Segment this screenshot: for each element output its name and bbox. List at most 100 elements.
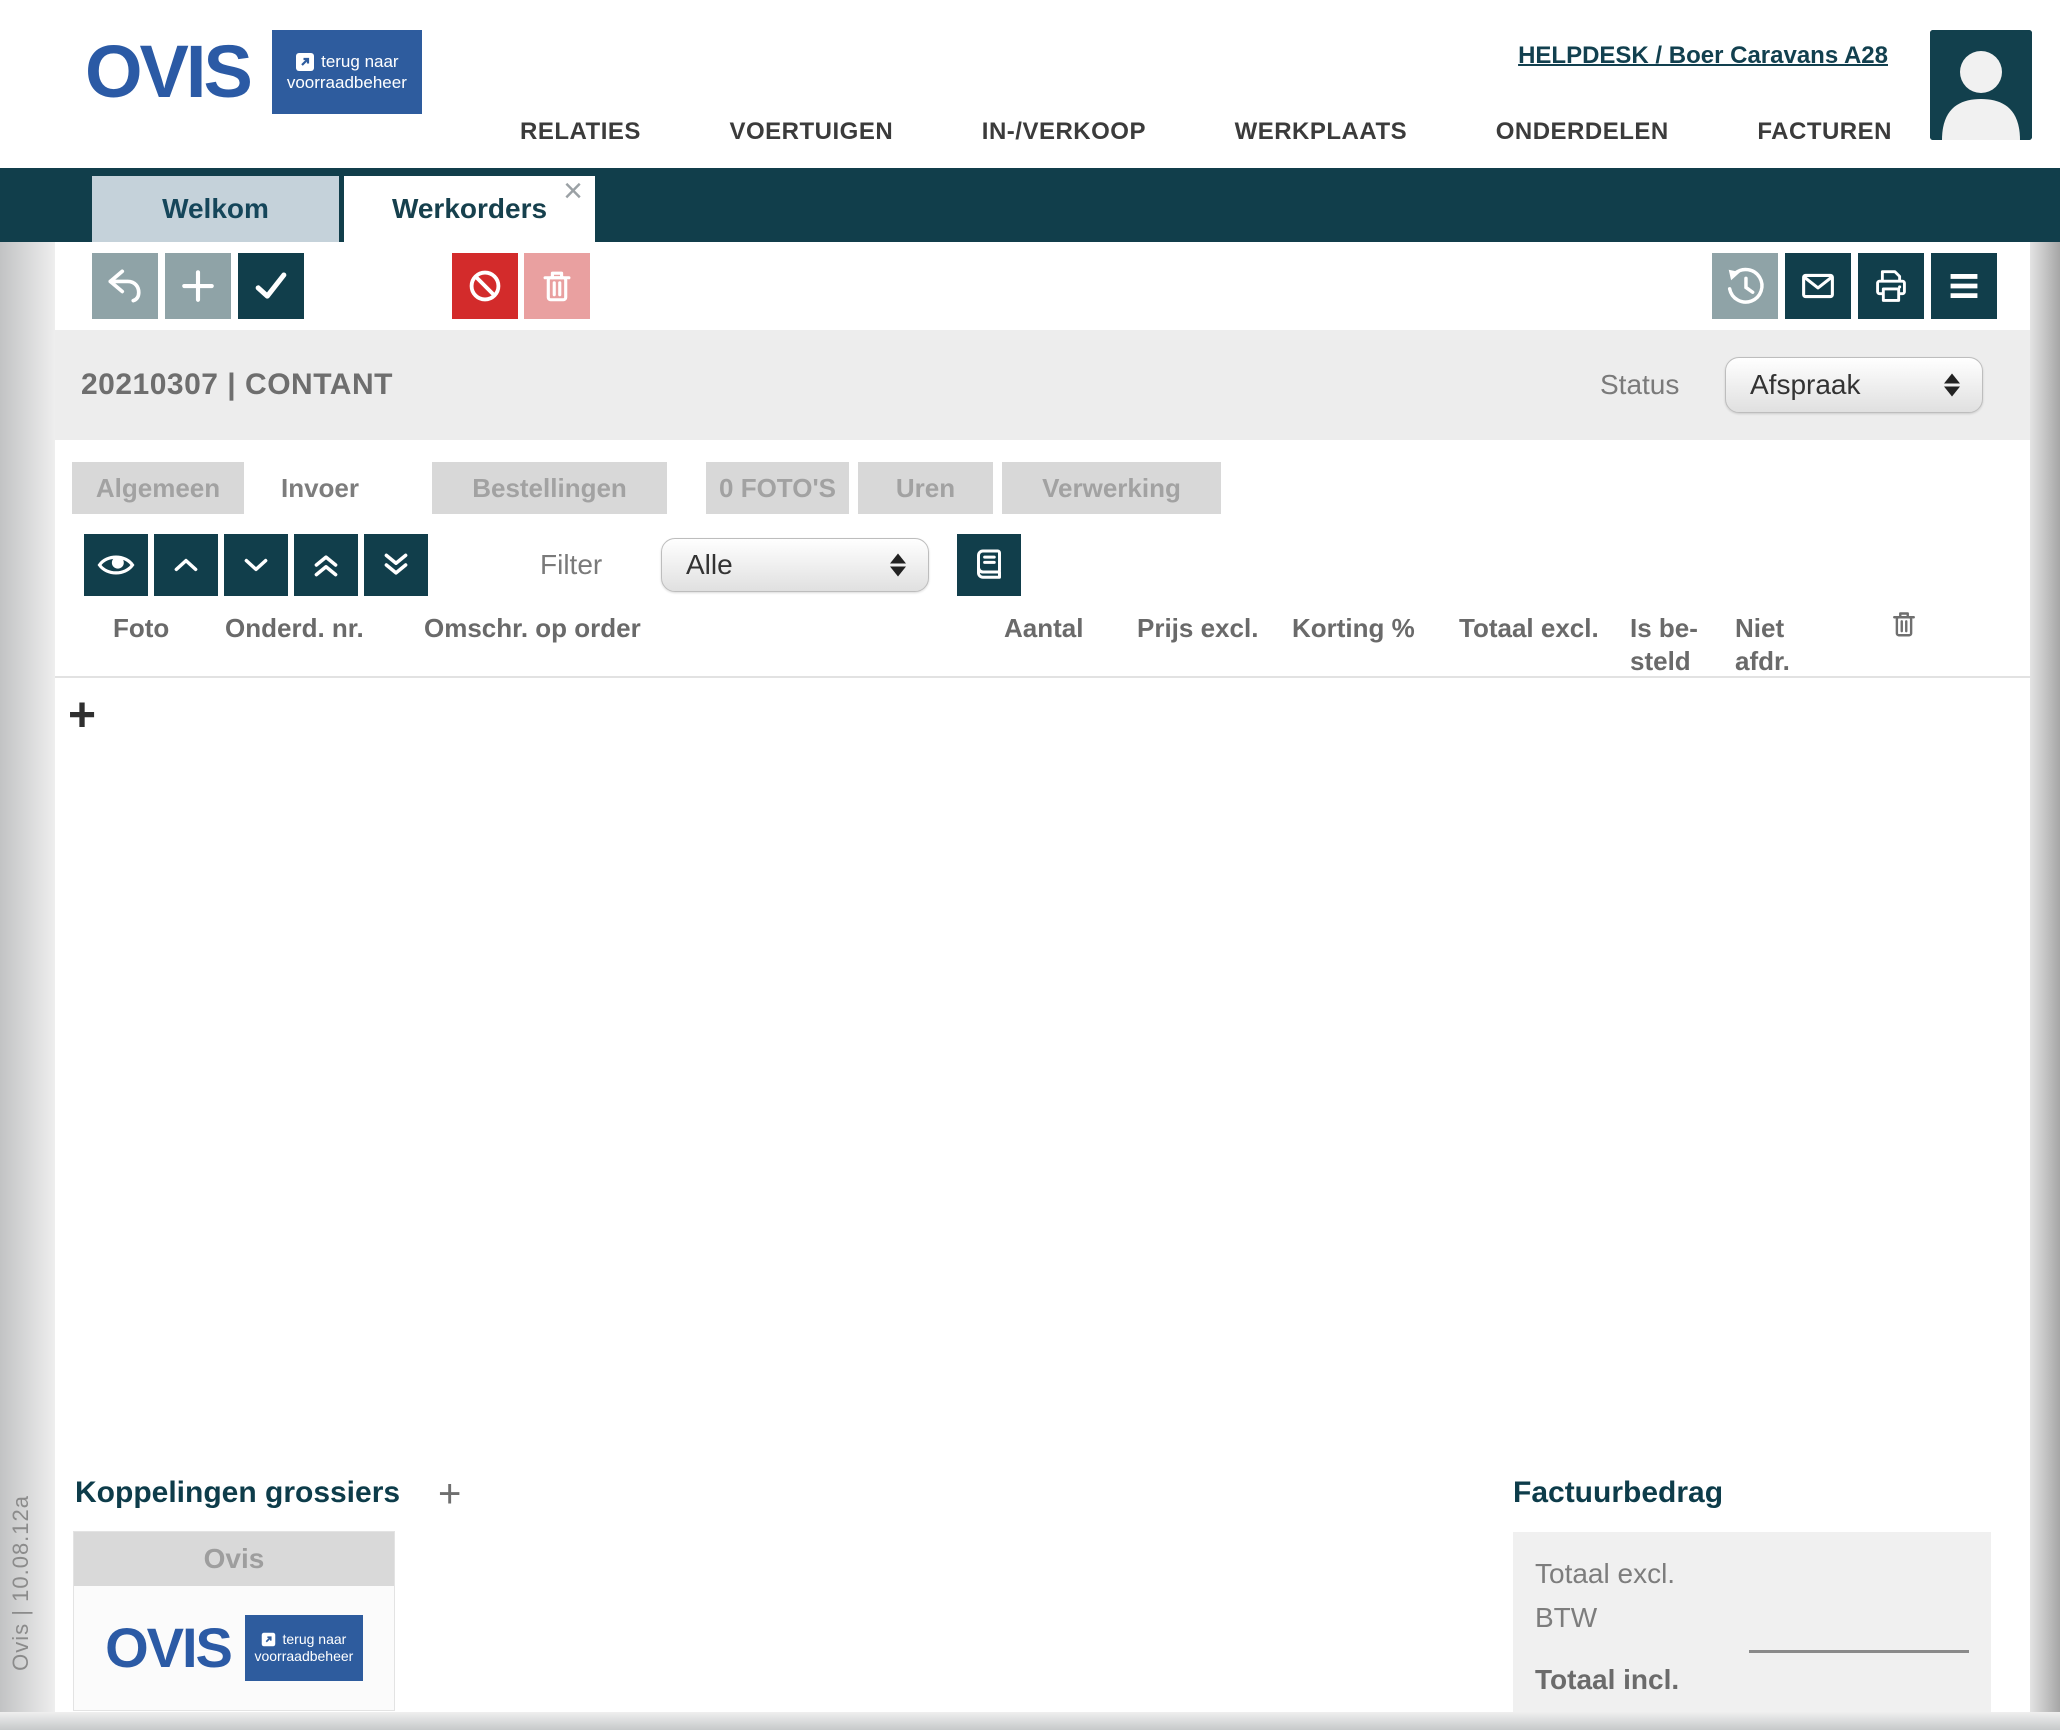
order-banner: 20210307 | CONTANT Status Afspraak — [55, 330, 2033, 440]
ovis-logo-text-small: OVIS — [105, 1615, 231, 1681]
col-onderd-nr: Onderd. nr. — [225, 612, 364, 645]
check-icon — [249, 264, 293, 308]
grossier-card-ovis[interactable]: Ovis OVIS terug naar voorraadbeheer — [73, 1531, 395, 1711]
app-header: OVIS terug naar voorraadbeheer RELATIES … — [0, 0, 2060, 168]
filter-select[interactable]: Alle — [661, 538, 929, 592]
menu-button[interactable] — [1931, 253, 1997, 319]
close-icon[interactable]: × — [563, 174, 583, 208]
col-delete — [1886, 606, 1922, 647]
tab-welkom[interactable]: Welkom — [92, 176, 339, 242]
col-korting: Korting % — [1292, 612, 1415, 645]
ovis-logo[interactable]: OVIS terug naar voorraadbeheer — [85, 26, 422, 118]
subtab-verwerking[interactable]: Verwerking — [1002, 462, 1221, 514]
badge-line2: voorraadbeheer — [287, 72, 407, 93]
subtab-invoer[interactable]: Invoer — [250, 462, 390, 514]
subtab-algemeen-label: Algemeen — [96, 473, 220, 504]
badge-line2: voorraadbeheer — [254, 1648, 353, 1665]
scrollbar[interactable] — [2030, 242, 2060, 1730]
tab-bar: Welkom Werkorders × — [0, 168, 2060, 242]
move-top-button[interactable] — [294, 534, 358, 596]
select-arrows-icon — [890, 554, 906, 577]
hamburger-icon — [1941, 263, 1987, 309]
nav-onderdelen[interactable]: ONDERDELEN — [1496, 118, 1669, 146]
tab-welkom-label: Welkom — [162, 193, 269, 225]
subtab-invoer-label: Invoer — [281, 473, 359, 504]
badge-line1: terug naar — [282, 1631, 346, 1648]
subtab-uren-label: Uren — [896, 473, 955, 504]
move-bottom-button[interactable] — [364, 534, 428, 596]
grossiers-title: Koppelingen grossiers — [75, 1476, 400, 1510]
tab-werkorders[interactable]: Werkorders × — [344, 176, 595, 242]
col-omschr: Omschr. op order — [424, 612, 641, 645]
subtab-bestellingen[interactable]: Bestellingen — [432, 462, 667, 514]
nav-relaties[interactable]: RELATIES — [520, 118, 641, 146]
avatar[interactable] — [1930, 30, 2032, 140]
nav-voertuigen[interactable]: VOERTUIGEN — [730, 118, 894, 146]
invoice-sum-line — [1749, 1650, 1969, 1653]
book-icon — [968, 544, 1010, 586]
catalog-button[interactable] — [957, 534, 1021, 596]
nav-in-verkoop[interactable]: IN-/VERKOOP — [982, 118, 1146, 146]
undo-icon — [103, 264, 147, 308]
print-button[interactable] — [1858, 253, 1924, 319]
chevron-down-icon — [235, 544, 277, 586]
add-icon — [176, 264, 220, 308]
trash-icon — [535, 264, 579, 308]
subtab-bestellingen-label: Bestellingen — [472, 473, 627, 504]
add-part-row-button[interactable]: + — [68, 692, 96, 740]
select-arrows-icon — [1944, 374, 1960, 397]
order-title: 20210307 | CONTANT — [81, 330, 393, 440]
tab-werkorders-label: Werkorders — [392, 193, 547, 225]
status-select[interactable]: Afspraak — [1725, 357, 1983, 413]
invoice-total-excl-label: Totaal excl. — [1535, 1558, 1675, 1590]
cancel-button[interactable] — [452, 253, 518, 319]
back-to-stock-badge[interactable]: terug naar voorraadbeheer — [272, 30, 422, 114]
grossier-card-logo: OVIS terug naar voorraadbeheer — [74, 1586, 394, 1710]
move-up-button[interactable] — [154, 534, 218, 596]
version-text: Ovis | 10.08.12a — [8, 1495, 34, 1671]
undo-button[interactable] — [92, 253, 158, 319]
double-chevron-down-icon — [375, 544, 417, 586]
nav-facturen[interactable]: FACTUREN — [1757, 118, 1892, 146]
add-button[interactable] — [165, 253, 231, 319]
col-prijs-excl: Prijs excl. — [1137, 612, 1258, 645]
col-is-besteld: Is be- steld — [1630, 612, 1698, 678]
status-value: Afspraak — [1750, 369, 1861, 401]
double-chevron-up-icon — [305, 544, 347, 586]
filter-label: Filter — [540, 534, 602, 596]
nav-werkplaats[interactable]: WERKPLAATS — [1235, 118, 1408, 146]
subtab-fotos[interactable]: 0 FOTO'S — [706, 462, 849, 514]
subtab-uren[interactable]: Uren — [858, 462, 993, 514]
invoice-total-incl-label: Totaal incl. — [1535, 1664, 1679, 1696]
invoice-btw-label: BTW — [1535, 1602, 1597, 1634]
show-rows-button[interactable] — [84, 534, 148, 596]
helpdesk-user-link[interactable]: HELPDESK / Boer Caravans A28 — [1518, 42, 1888, 70]
status-label: Status — [1600, 330, 1679, 440]
mail-button[interactable] — [1785, 253, 1851, 319]
move-down-button[interactable] — [224, 534, 288, 596]
bottom-page-edge — [0, 1712, 2060, 1730]
cancel-icon — [462, 263, 508, 309]
grossier-card-title: Ovis — [74, 1532, 394, 1586]
col-niet-afdr: Niet afdr. — [1735, 612, 1790, 678]
subtab-fotos-label: 0 FOTO'S — [719, 473, 836, 504]
external-link-icon — [295, 52, 315, 72]
main-nav: RELATIES VOERTUIGEN IN-/VERKOOP WERKPLAA… — [520, 118, 1892, 146]
chevron-up-icon — [165, 544, 207, 586]
parts-table-header: Foto Onderd. nr. Omschr. op order Aantal… — [55, 600, 2033, 678]
printer-icon — [1868, 263, 1914, 309]
add-grossier-button[interactable]: + — [438, 1472, 461, 1516]
delete-button[interactable] — [524, 253, 590, 319]
confirm-button[interactable] — [238, 253, 304, 319]
trash-outline-icon — [1886, 606, 1922, 642]
badge-line1: terug naar — [321, 51, 399, 72]
envelope-icon — [1795, 263, 1841, 309]
col-aantal: Aantal — [1004, 612, 1083, 645]
history-button[interactable] — [1712, 253, 1778, 319]
eye-icon — [94, 543, 138, 587]
invoice-title: Factuurbedrag — [1513, 1476, 1723, 1510]
ovis-werkorder-page: OVIS terug naar voorraadbeheer RELATIES … — [0, 0, 2060, 1730]
back-to-stock-badge-small: terug naar voorraadbeheer — [245, 1615, 363, 1681]
subtab-algemeen[interactable]: Algemeen — [72, 462, 244, 514]
person-icon — [1930, 30, 2032, 140]
